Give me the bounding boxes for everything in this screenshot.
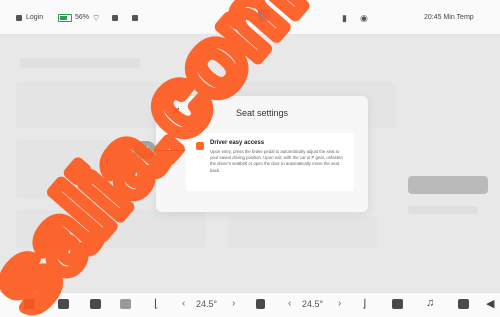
volume-icon[interactable]: ◀ — [486, 297, 494, 310]
brand-icon — [258, 9, 270, 21]
climate-icon[interactable] — [256, 299, 265, 309]
phone-icon[interactable] — [90, 299, 101, 309]
car-icon[interactable] — [24, 299, 35, 309]
seat-settings-dialog: ✕ Seat settings Driver easy access Upon … — [156, 96, 368, 212]
option-description: Upon entry, press the brake pedal to aut… — [210, 149, 343, 173]
tools-status[interactable] — [132, 13, 142, 23]
status-bar: Login 56% ⌔ ▮ ◉ 20:45 Min Temp — [0, 0, 500, 35]
battery-label: 56% — [75, 14, 90, 21]
signal-status: ▮ — [342, 13, 347, 23]
driver-easy-access-checkbox[interactable] — [196, 142, 204, 150]
battery-status: 56% — [58, 13, 89, 23]
callout-marker: 01 — [134, 141, 156, 159]
passenger-seat-icon[interactable]: ⌋ — [362, 297, 366, 310]
clock-label: 20:45 Min Temp — [424, 14, 474, 21]
location-icon: ◉ — [360, 13, 368, 23]
login-label: Login — [26, 14, 44, 21]
brand-logo — [258, 9, 270, 21]
wifi-icon: ⌔ — [92, 13, 101, 23]
battery-icon — [58, 14, 72, 22]
location-status: ◉ — [360, 13, 368, 23]
login-status[interactable]: Login — [16, 13, 43, 23]
bottom-dock: ⌊ ‹ 24.5° › ‹ 24.5° › ⌋ ♫ ◀ — [0, 292, 500, 317]
folder-icon — [112, 15, 118, 21]
left-temp-increase[interactable]: › — [232, 298, 235, 309]
fan-icon[interactable] — [120, 299, 131, 309]
left-temp-readout: 24.5° — [196, 299, 218, 309]
callout-line — [156, 150, 185, 151]
wifi-status: ⌔ — [92, 13, 100, 23]
user-icon — [16, 15, 22, 21]
clock-readout: 20:45 Min Temp — [424, 13, 474, 23]
dialog-title: Seat settings — [235, 108, 289, 118]
grid-icon[interactable] — [458, 299, 469, 309]
option-title: Driver easy access — [210, 140, 265, 146]
folder-status[interactable] — [112, 13, 122, 23]
right-temp-readout: 24.5° — [302, 299, 324, 309]
left-temp-decrease[interactable]: ‹ — [182, 298, 185, 309]
signal-icon: ▮ — [342, 13, 347, 23]
seat-icon[interactable]: ⌊ — [154, 297, 158, 310]
right-temp-decrease[interactable]: ‹ — [288, 298, 291, 309]
music-icon[interactable]: ♫ — [426, 297, 434, 309]
navigation-icon[interactable] — [58, 299, 69, 309]
tools-icon — [132, 15, 138, 21]
apps-icon[interactable] — [392, 299, 403, 309]
driver-easy-access-option[interactable]: Driver easy access Upon entry, press the… — [186, 133, 354, 191]
right-temp-increase[interactable]: › — [338, 298, 341, 309]
